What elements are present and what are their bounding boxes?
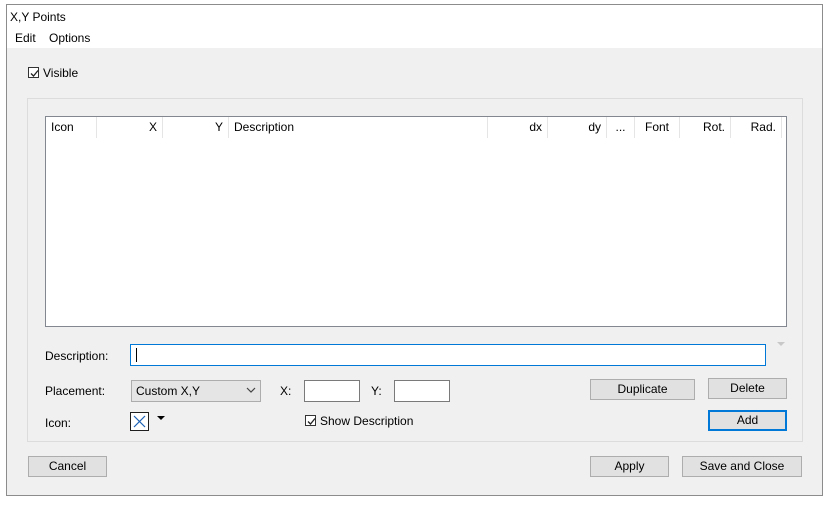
add-button[interactable]: Add bbox=[708, 410, 787, 431]
chevron-down-icon bbox=[246, 387, 256, 393]
col-header-description[interactable]: Description bbox=[229, 117, 488, 138]
checkmark-icon bbox=[30, 70, 39, 77]
apply-button[interactable]: Apply bbox=[590, 456, 669, 477]
placement-value: Custom X,Y bbox=[136, 384, 201, 398]
visible-checkbox[interactable] bbox=[28, 67, 39, 78]
xy-points-dialog: X,Y Points Edit Options Visible Icon X Y… bbox=[6, 4, 823, 496]
col-header-rad[interactable]: Rad. bbox=[731, 117, 782, 138]
x-marker-icon bbox=[133, 415, 146, 428]
points-table[interactable]: Icon X Y Description dx dy ... Font Rot.… bbox=[45, 116, 787, 327]
description-input[interactable] bbox=[130, 344, 766, 366]
col-header-more[interactable]: ... bbox=[607, 117, 635, 138]
menu-edit[interactable]: Edit bbox=[15, 31, 36, 45]
description-label: Description: bbox=[45, 349, 109, 363]
visible-label: Visible bbox=[43, 66, 79, 80]
cancel-button[interactable]: Cancel bbox=[28, 456, 107, 477]
col-header-y[interactable]: Y bbox=[163, 117, 229, 138]
menu-options[interactable]: Options bbox=[49, 31, 90, 45]
placement-select[interactable]: Custom X,Y bbox=[131, 380, 261, 402]
x-input[interactable] bbox=[304, 380, 360, 402]
save-and-close-button[interactable]: Save and Close bbox=[682, 456, 802, 477]
duplicate-button[interactable]: Duplicate bbox=[590, 379, 695, 400]
icon-label: Icon: bbox=[45, 416, 72, 430]
menu-bar: Edit Options bbox=[7, 29, 822, 48]
col-header-dy[interactable]: dy bbox=[548, 117, 607, 138]
placement-label: Placement: bbox=[45, 384, 106, 398]
y-label: Y: bbox=[371, 384, 382, 398]
window-title: X,Y Points bbox=[10, 10, 66, 24]
col-header-font[interactable]: Font bbox=[635, 117, 680, 138]
col-header-x[interactable]: X bbox=[97, 117, 163, 138]
col-header-dx[interactable]: dx bbox=[488, 117, 548, 138]
show-description-checkbox[interactable] bbox=[305, 415, 316, 426]
text-cursor bbox=[136, 348, 137, 362]
show-description-label: Show Description bbox=[320, 414, 414, 428]
x-label: X: bbox=[280, 384, 292, 398]
dropdown-arrow-icon[interactable] bbox=[777, 342, 785, 347]
icon-dropdown-arrow-icon[interactable] bbox=[157, 416, 165, 421]
checkmark-icon bbox=[307, 418, 316, 425]
y-input[interactable] bbox=[394, 380, 450, 402]
delete-button[interactable]: Delete bbox=[708, 378, 787, 399]
col-header-rot[interactable]: Rot. bbox=[680, 117, 731, 138]
icon-picker-button[interactable] bbox=[130, 412, 149, 431]
col-header-icon[interactable]: Icon bbox=[46, 117, 97, 138]
title-bar: X,Y Points bbox=[7, 5, 822, 29]
